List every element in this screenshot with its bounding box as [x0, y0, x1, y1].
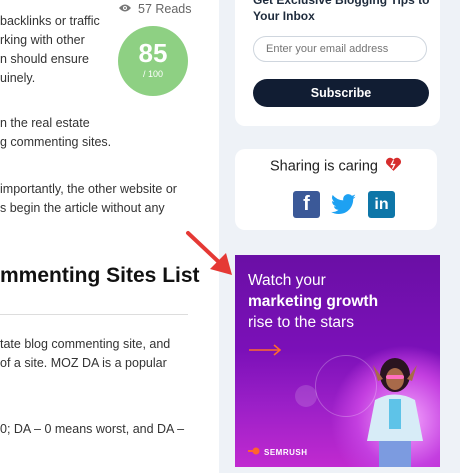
semrush-ad-banner[interactable]: Watch your marketing growth rise to the …	[235, 255, 440, 467]
article-text-line: importantly, the other website or	[0, 182, 177, 196]
article-text-line: uinely.	[0, 71, 36, 85]
ad-line2: marketing growth	[248, 293, 379, 310]
ad-brand: SEMRUSH	[248, 447, 308, 457]
ad-bubble	[295, 385, 317, 407]
ad-brand-label: SEMRUSH	[264, 447, 308, 457]
ad-person-image	[353, 355, 438, 467]
article-text-line: of a site. MOZ DA is a popular	[0, 356, 167, 370]
newsletter-title: Get Exclusive Blogging Tips to Your Inbo…	[253, 0, 430, 23]
newsletter-card: Get Exclusive Blogging Tips to Your Inbo…	[235, 0, 440, 126]
twitter-icon[interactable]	[330, 191, 357, 218]
article-text-line: backlinks or traffic	[0, 14, 100, 28]
read-count-label: 57 Reads	[138, 2, 192, 16]
red-arrow-icon	[184, 229, 238, 284]
share-title-text: Sharing is caring	[269, 158, 378, 175]
article-column: backlinks or traffic rking with other n …	[0, 0, 215, 473]
heading-divider	[0, 314, 188, 315]
score-max: / 100	[142, 69, 164, 79]
article-text-line: tate blog commenting site, and	[0, 337, 171, 351]
article-text-line: 0; DA – 0 means worst, and DA –	[0, 422, 185, 436]
article-text-line: s begin the article without any	[0, 201, 165, 215]
heart-icon	[385, 157, 402, 176]
share-card: Sharing is caring f in	[235, 149, 437, 230]
subscribe-button[interactable]: Subscribe	[253, 79, 429, 107]
section-heading: mmenting Sites List	[0, 264, 200, 287]
article-text-line: g commenting sites.	[0, 135, 112, 149]
facebook-icon[interactable]: f	[293, 191, 320, 218]
share-title: Sharing is caring	[235, 157, 437, 176]
eye-icon	[118, 2, 132, 16]
semrush-logo-icon	[248, 447, 260, 457]
email-field[interactable]	[253, 36, 427, 62]
article-text-line: n should ensure	[0, 52, 89, 66]
arrow-right-icon	[249, 343, 283, 361]
sidebar: Get Exclusive Blogging Tips to Your Inbo…	[219, 0, 460, 473]
read-count: 57 Reads	[118, 2, 192, 16]
ad-line3: rise to the stars	[248, 314, 354, 331]
article-text-line: n the real estate	[0, 116, 90, 130]
linkedin-icon[interactable]: in	[368, 191, 395, 218]
ad-line1: Watch your	[248, 272, 326, 289]
article-text-line: rking with other	[0, 33, 85, 47]
score-badge: 85 / 100	[118, 26, 188, 96]
score-value: 85	[138, 38, 168, 68]
